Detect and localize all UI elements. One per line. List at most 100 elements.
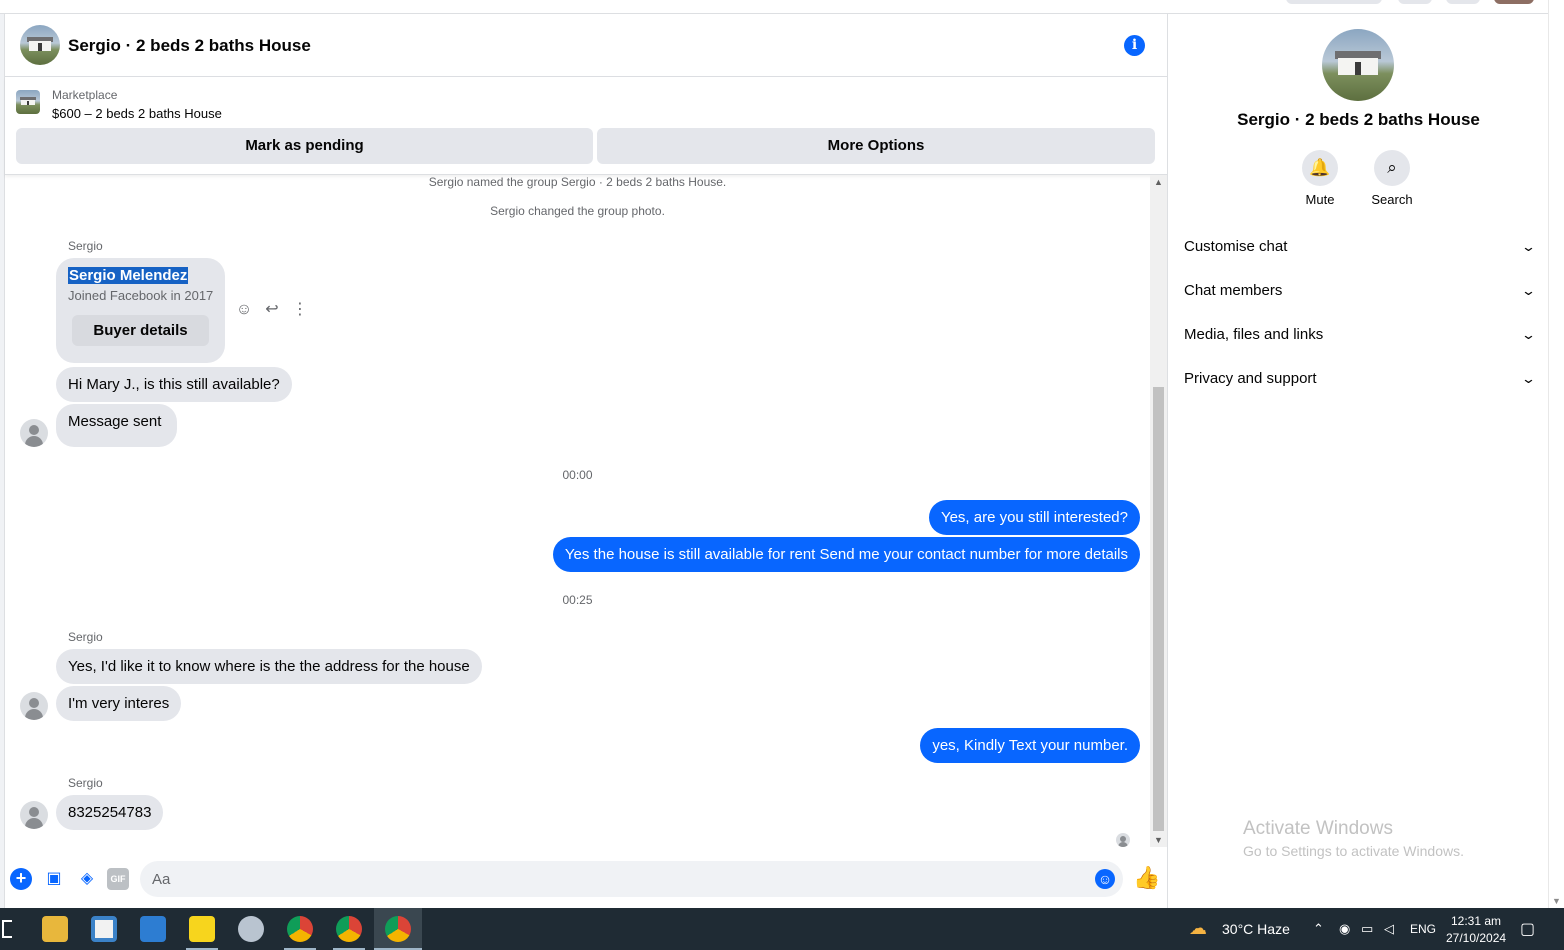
chevron-down-icon: ⌄ <box>1520 283 1537 298</box>
sender-avatar[interactable] <box>20 692 48 720</box>
sender-avatar[interactable] <box>20 801 48 829</box>
reply-icon[interactable]: ↩ <box>261 299 283 321</box>
language-indicator[interactable]: ENG <box>1410 922 1436 936</box>
timestamp: 00:25 <box>562 593 593 607</box>
section-chat-members[interactable]: Chat members ⌄ <box>1184 275 1537 307</box>
top-account-avatar[interactable] <box>1494 0 1534 4</box>
top-notification-button[interactable] <box>1446 0 1480 4</box>
scroll-down-icon[interactable]: ▼ <box>1552 896 1561 906</box>
section-media-files-links[interactable]: Media, files and links ⌄ <box>1184 319 1537 351</box>
more-options-button[interactable]: More Options <box>597 128 1155 164</box>
chat-header: Sergio · 2 beds 2 baths House i <box>5 14 1167 77</box>
meet-icon[interactable]: ◉ <box>1339 921 1350 937</box>
weather-icon[interactable]: ☁ <box>1189 918 1213 940</box>
more-actions-icon[interactable]: ⋮ <box>289 299 311 321</box>
section-label: Chat members <box>1184 282 1283 299</box>
clock-date: 27/10/2024 <box>1446 931 1507 945</box>
outgoing-message[interactable]: Yes, are you still interested? <box>928 500 1140 535</box>
windows-taskbar: ☁ 30°C Haze ⌃ ◉ ▭ ◁ ENG 12:31 am 27/10/2… <box>0 908 1564 950</box>
thumbs-up-icon[interactable]: 👍 <box>1133 866 1160 890</box>
scroll-up-icon[interactable]: ▲ <box>1154 177 1163 187</box>
marketplace-label: Marketplace <box>52 88 118 102</box>
chat-panel: Sergio · 2 beds 2 baths House i Marketpl… <box>5 14 1167 908</box>
plus-icon[interactable]: + <box>10 868 32 890</box>
emoji-icon[interactable]: ☺ <box>1095 869 1115 889</box>
mail-icon[interactable] <box>140 916 166 942</box>
listing-thumbnail[interactable] <box>16 90 40 114</box>
browser-top-strip <box>0 0 1548 14</box>
search-label: Search <box>1371 192 1413 207</box>
sender-avatar[interactable] <box>20 419 48 447</box>
group-title: Sergio · 2 beds 2 baths House <box>1237 110 1480 129</box>
network-icon[interactable]: ▭ <box>1361 921 1373 937</box>
watermark-subtitle: Go to Settings to activate Windows. <box>1243 843 1464 859</box>
message-input[interactable] <box>140 861 1123 897</box>
section-privacy-support[interactable]: Privacy and support ⌄ <box>1184 363 1537 395</box>
chat-title[interactable]: Sergio · 2 beds 2 baths House <box>68 36 311 56</box>
chevron-down-icon: ⌄ <box>1520 371 1537 386</box>
chrome-profile-icon[interactable] <box>287 916 313 942</box>
info-icon[interactable]: i <box>1124 35 1145 56</box>
activate-windows-watermark: Activate Windows Go to Settings to activ… <box>1243 818 1464 859</box>
outgoing-message[interactable]: yes, Kindly Text your number. <box>920 728 1140 763</box>
incoming-message[interactable]: Yes, I'd like it to know where is the th… <box>56 649 482 684</box>
buyer-details-button[interactable]: Buyer details <box>72 315 209 346</box>
sender-name: Sergio <box>68 239 103 253</box>
scroll-down-icon[interactable]: ▼ <box>1154 835 1163 845</box>
composer: + ▣ ◈ GIF ☺ 👍 <box>5 847 1167 908</box>
sticky-notes-icon[interactable] <box>189 916 215 942</box>
timestamp: 00:00 <box>562 468 593 482</box>
chevron-down-icon: ⌄ <box>1520 239 1537 254</box>
buyer-card: Sergio Melendez Joined Facebook in 2017 … <box>56 258 225 363</box>
chrome-icon[interactable] <box>385 916 411 942</box>
outgoing-message[interactable]: Yes the house is still available for ren… <box>552 537 1140 572</box>
image-icon[interactable]: ▣ <box>43 868 65 890</box>
incoming-message[interactable]: 8325254783 <box>56 795 164 830</box>
volume-muted-icon[interactable]: ◁ <box>1384 921 1394 937</box>
section-label: Customise chat <box>1184 238 1288 255</box>
mute-label: Mute <box>1305 192 1335 207</box>
file-explorer-icon[interactable] <box>42 916 68 942</box>
marketplace-bar: Marketplace $600 – 2 beds 2 baths House … <box>5 77 1167 175</box>
mark-as-pending-button[interactable]: Mark as pending <box>16 128 593 164</box>
search-icon: ⌕ <box>1374 150 1410 186</box>
system-message: Sergio named the group Sergio · 2 beds 2… <box>428 175 727 189</box>
react-icon[interactable]: ☺ <box>233 299 255 321</box>
sticker-icon[interactable]: ◈ <box>76 868 98 890</box>
group-avatar[interactable] <box>20 25 60 65</box>
search-button[interactable]: ⌕ Search <box>1362 150 1422 207</box>
task-view-icon[interactable] <box>2 920 12 938</box>
buyer-name[interactable]: Sergio Melendez <box>68 267 189 284</box>
page-scrollbar[interactable]: ▼ <box>1548 0 1564 908</box>
system-message: Sergio changed the group photo. <box>490 204 665 218</box>
messages-scrollbar[interactable]: ▲ ▼ <box>1150 175 1167 847</box>
chevron-up-icon[interactable]: ⌃ <box>1313 921 1324 937</box>
section-customise-chat[interactable]: Customise chat ⌄ <box>1184 231 1537 263</box>
section-label: Media, files and links <box>1184 326 1324 343</box>
mute-button[interactable]: 🔔 Mute <box>1290 150 1350 207</box>
message-list[interactable]: Sergio named the group Sergio · 2 beds 2… <box>5 175 1150 847</box>
chevron-down-icon: ⌄ <box>1520 327 1537 342</box>
sender-name: Sergio <box>68 776 103 790</box>
scroll-thumb[interactable] <box>1153 387 1164 831</box>
incoming-message[interactable]: I'm very interes <box>56 686 182 721</box>
listing-title[interactable]: $600 – 2 beds 2 baths House <box>52 106 222 121</box>
incoming-message[interactable]: Hi Mary J., is this still available? <box>56 367 292 402</box>
notification-icon[interactable]: ▢ <box>1520 919 1542 939</box>
weather-text[interactable]: 30°C Haze <box>1222 921 1290 937</box>
top-search-pill[interactable] <box>1286 0 1382 4</box>
incoming-message[interactable]: Message sent <box>56 404 178 447</box>
chrome-profile-icon[interactable] <box>336 916 362 942</box>
paint-icon[interactable] <box>238 916 264 942</box>
sender-name: Sergio <box>68 630 103 644</box>
gif-icon[interactable]: GIF <box>107 868 129 890</box>
buyer-joined: Joined Facebook in 2017 <box>68 288 214 303</box>
store-icon[interactable] <box>91 916 117 942</box>
section-label: Privacy and support <box>1184 370 1317 387</box>
group-avatar-large[interactable] <box>1322 29 1394 101</box>
top-menu-button[interactable] <box>1398 0 1432 4</box>
clock[interactable]: 12:31 am 27/10/2024 <box>1446 913 1506 947</box>
watermark-title: Activate Windows <box>1243 818 1393 839</box>
bell-icon: 🔔 <box>1302 150 1338 186</box>
read-receipt-avatar <box>1116 833 1130 847</box>
